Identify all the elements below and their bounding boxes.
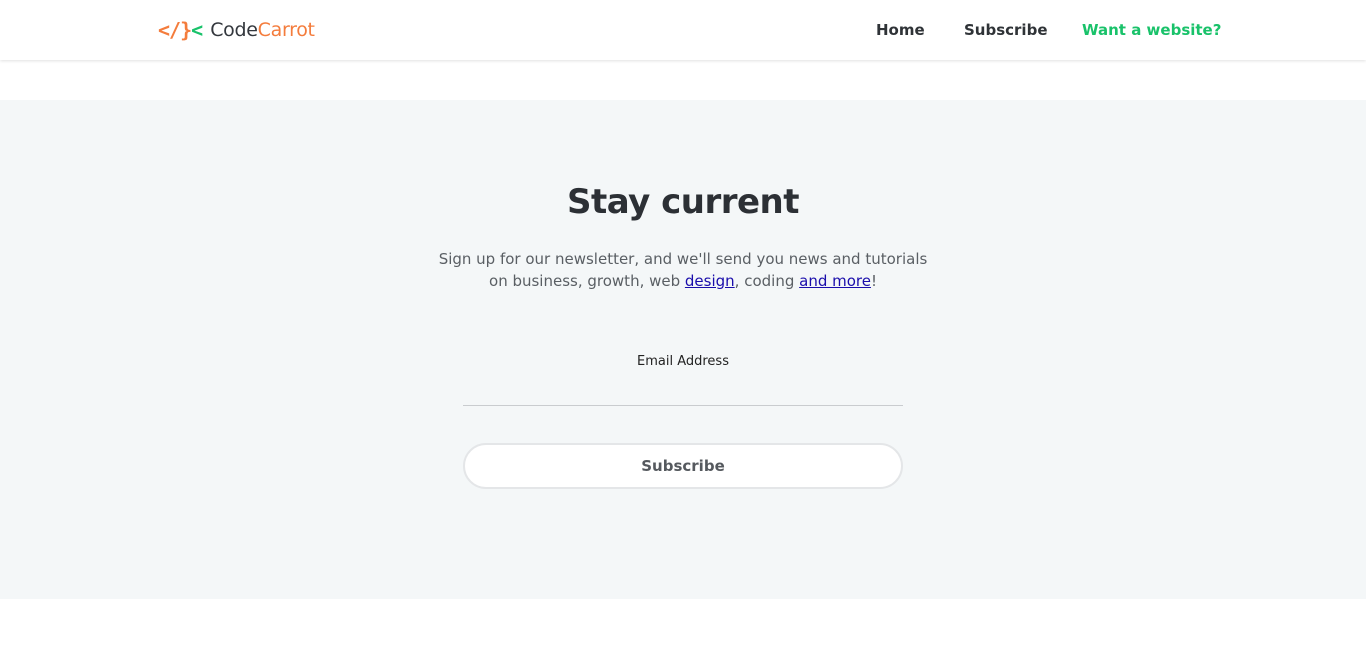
- and-more-link[interactable]: and more: [799, 272, 871, 290]
- email-input[interactable]: [463, 376, 903, 406]
- code-brackets-icon: </} <: [158, 18, 203, 42]
- nav-home-link[interactable]: Home: [876, 21, 925, 39]
- nav-want-website-link[interactable]: Want a website?: [1082, 21, 1221, 39]
- site-header: </} < CodeCarrot Home Subscribe Want a we…: [0, 0, 1366, 60]
- newsletter-description: Sign up for our newsletter, and we'll se…: [433, 248, 933, 292]
- lead-text-part2: , coding: [734, 272, 800, 290]
- design-link[interactable]: design: [685, 272, 735, 290]
- logo-text-carrot: Carrot: [257, 19, 315, 41]
- subscribe-button[interactable]: Subscribe: [463, 443, 903, 489]
- logo-text-code: Code: [210, 19, 258, 41]
- lead-text-part3: !: [870, 272, 877, 290]
- newsletter-section: Stay current Sign up for our newsletter,…: [0, 100, 1366, 599]
- page-title: Stay current: [566, 182, 800, 222]
- logo[interactable]: </} < CodeCarrot: [158, 15, 315, 45]
- email-label: Email Address: [637, 354, 729, 369]
- logo-wordmark: CodeCarrot: [210, 19, 315, 41]
- nav-subscribe-link[interactable]: Subscribe: [964, 21, 1048, 39]
